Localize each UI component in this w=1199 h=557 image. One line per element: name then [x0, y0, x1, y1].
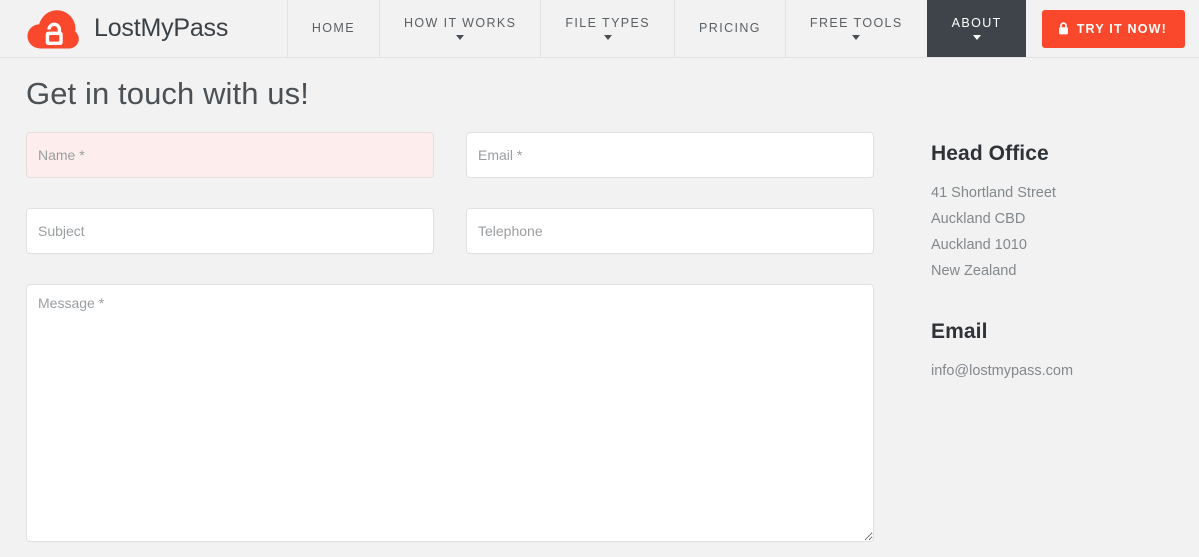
- nav-label: HOW IT WORKS: [403, 15, 517, 30]
- main-navigation: HOME HOW IT WORKS FILE TYPES PRICING FRE…: [286, 0, 1199, 57]
- office-address-line: New Zealand: [931, 263, 1017, 279]
- brand-name: LostMyPass: [94, 14, 229, 42]
- nav-item-free-tools[interactable]: FREE TOOLS: [784, 0, 927, 57]
- nav-label: ABOUT: [951, 15, 1002, 30]
- lock-icon: [1058, 22, 1069, 35]
- chevron-down-icon: [456, 35, 465, 41]
- telephone-input[interactable]: [466, 208, 874, 254]
- email-input[interactable]: [466, 132, 874, 178]
- contact-form: [26, 132, 874, 542]
- office-address-line: Auckland CBD: [931, 211, 1026, 227]
- form-row-subject-telephone: [26, 208, 874, 254]
- brand-logo[interactable]: LostMyPass: [0, 0, 228, 57]
- page-title: Get in touch with us!: [26, 76, 309, 111]
- form-row-name-email: [26, 132, 874, 178]
- nav-label: PRICING: [699, 21, 761, 36]
- email-address[interactable]: info@lostmypass.com: [931, 358, 1173, 384]
- email-heading: Email: [931, 320, 988, 343]
- name-input[interactable]: [26, 132, 434, 178]
- subject-input[interactable]: [26, 208, 434, 254]
- contact-info-sidebar: Head Office 41 Shortland Street Auckland…: [874, 132, 1173, 384]
- office-address-line: 41 Shortland Street: [931, 185, 1056, 201]
- chevron-down-icon: [852, 35, 861, 41]
- nav-item-how-it-works[interactable]: HOW IT WORKS: [378, 0, 540, 57]
- page-body: Get in touch with us! Head Office 41 Sho…: [0, 76, 1199, 542]
- content-area: Head Office 41 Shortland Street Auckland…: [26, 132, 1173, 542]
- nav-item-home[interactable]: HOME: [286, 0, 379, 57]
- nav-item-pricing[interactable]: PRICING: [674, 0, 785, 57]
- cta-container: TRY IT NOW!: [1026, 0, 1199, 57]
- cloud-lock-icon: [26, 8, 80, 50]
- chevron-down-icon: [972, 35, 981, 41]
- nav-label: FILE TYPES: [565, 15, 651, 30]
- try-it-now-button[interactable]: TRY IT NOW!: [1041, 9, 1185, 48]
- message-textarea[interactable]: [26, 284, 874, 542]
- nav-label: HOME: [311, 21, 355, 36]
- try-it-now-label: TRY IT NOW!: [1076, 21, 1167, 36]
- head-office-heading: Head Office: [931, 142, 1049, 165]
- office-address-line: Auckland 1010: [931, 237, 1027, 253]
- nav-item-about[interactable]: ABOUT: [926, 0, 1026, 57]
- site-header: LostMyPass HOME HOW IT WORKS FILE TYPES …: [0, 0, 1199, 58]
- chevron-down-icon: [603, 35, 612, 41]
- nav-item-file-types[interactable]: FILE TYPES: [540, 0, 674, 57]
- nav-label: FREE TOOLS: [809, 15, 903, 30]
